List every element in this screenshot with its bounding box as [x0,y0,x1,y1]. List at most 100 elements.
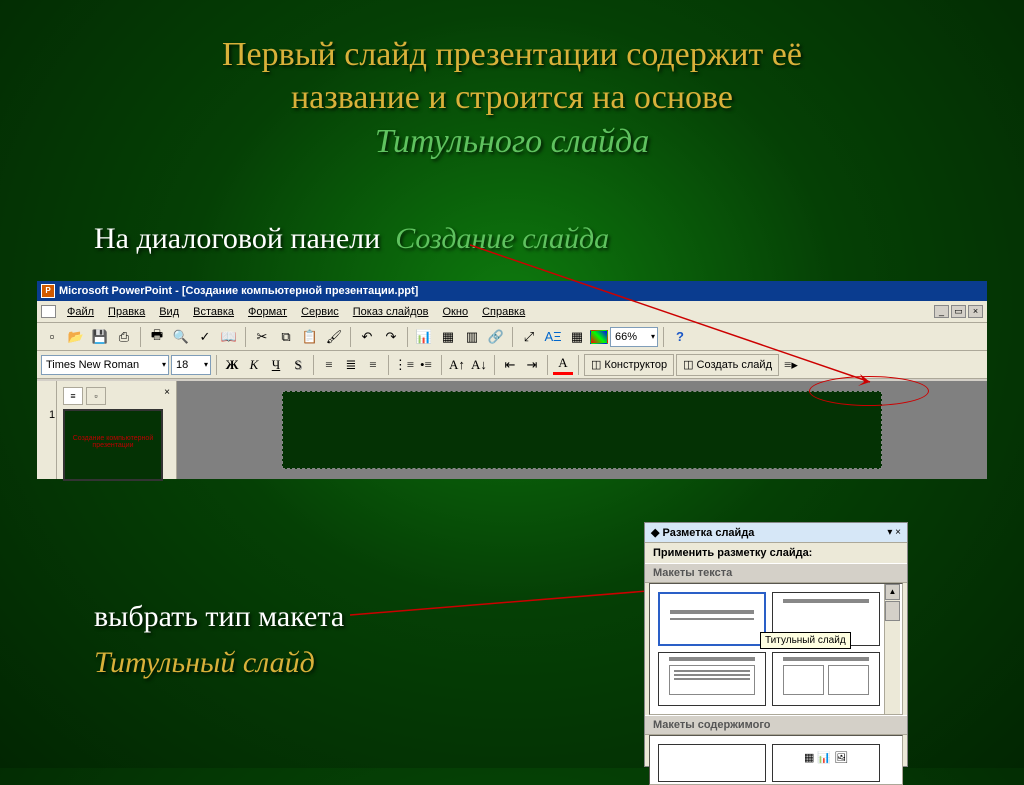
menu-tools[interactable]: Сервис [295,304,345,320]
bullets-icon[interactable]: •≡ [416,355,436,375]
menubar: Файл Правка Вид Вставка Формат Сервис По… [37,301,987,323]
spell-icon[interactable]: ✓ [194,326,216,348]
section-content-layouts: Макеты содержимого [645,715,907,735]
restore-button[interactable]: ▭ [951,305,966,318]
hyperlink-icon[interactable]: 🔗 [485,326,507,348]
standard-toolbar: ▫ 📂 💾 ⎙ 🖶 🔍 ✓ 📖 ✂ ⧉ 📋 🖌 ↶ ↷ 📊 ▦ ▥ 🔗 ⤢ AΞ… [37,323,987,351]
indent-icon[interactable]: ⇥ [522,355,542,375]
menu-edit[interactable]: Правка [102,304,151,320]
slide-edit-area[interactable] [177,381,987,479]
color-icon[interactable] [590,330,608,344]
save-icon[interactable]: 💾 [89,326,111,348]
italic-button[interactable]: К [244,355,264,375]
title-sub: Титульного слайда [60,121,964,164]
taskpane-header: ◆ Разметка слайда ▾ × [645,523,907,543]
powerpoint-screenshot: P Microsoft PowerPoint - [Создание компь… [37,281,987,479]
open-icon[interactable]: 📂 [65,326,87,348]
doc-icon [41,305,56,318]
layout-tooltip: Титульный слайд [760,632,851,649]
preview-icon[interactable]: 🔍 [170,326,192,348]
app-title: Microsoft PowerPoint - [Создание компьют… [59,285,418,297]
align-right-icon[interactable]: ≡ [363,355,383,375]
fontsize-combo[interactable]: 18 [171,355,211,375]
title-line1: Первый слайд презентации содержит её [222,36,802,73]
annotation-layout: Титульный слайд [94,646,315,680]
scroll-thumb[interactable] [885,601,900,621]
layout-title-text[interactable] [658,652,766,706]
new-slide-button[interactable]: ◫ Создать слайд [676,354,779,376]
fontcolor-icon[interactable]: A [553,355,573,375]
annotation-choose: выбрать тип макета [94,600,344,634]
menu-file[interactable]: Файл [61,304,100,320]
slide-canvas[interactable] [282,391,882,469]
chart-icon[interactable]: 📊 [413,326,435,348]
scroll-up-icon[interactable]: ▲ [885,584,900,600]
slide-thumbnail[interactable]: Создание компьютерной презентации [63,409,163,481]
font-combo[interactable]: Times New Roman [41,355,169,375]
menu-format[interactable]: Формат [242,304,293,320]
content-icon: 🖼 [834,751,848,764]
menu-help[interactable]: Справка [476,304,531,320]
menu-insert[interactable]: Вставка [187,304,240,320]
designer-icon: ◫ [591,358,601,371]
content-icon: 📊 [817,751,831,764]
arrow-2 [350,560,680,680]
numbering-icon[interactable]: ⋮≡ [394,355,414,375]
app-titlebar: P Microsoft PowerPoint - [Создание компь… [37,281,987,301]
paste-icon[interactable]: 📋 [299,326,321,348]
redo-icon[interactable]: ↷ [380,326,402,348]
min-button[interactable]: _ [934,305,949,318]
help-icon[interactable]: ? [669,326,691,348]
undo-icon[interactable]: ↶ [356,326,378,348]
title-line2: название и строится на основе [291,79,733,116]
taskpane-close-icon[interactable]: ▾ × [887,527,901,538]
layout-blank[interactable] [658,744,766,782]
close-panel-icon[interactable]: × [164,387,170,405]
slides-tab[interactable]: ▫ [86,387,106,405]
saveas-icon[interactable]: ⎙ [113,326,135,348]
align-left-icon[interactable]: ≡ [319,355,339,375]
bold-button[interactable]: Ж [222,355,242,375]
research-icon[interactable]: 📖 [218,326,240,348]
more-icon[interactable]: ≡▸ [781,355,801,375]
layout-title-slide[interactable] [658,592,766,646]
new-icon[interactable]: ▫ [41,326,63,348]
section-text-layouts: Макеты текста [645,563,907,583]
content-layouts-grid: ▦📊🖼 [649,735,903,785]
menu-slideshow[interactable]: Показ слайдов [347,304,435,320]
layout-two-column[interactable] [772,652,880,706]
copy-icon[interactable]: ⧉ [275,326,297,348]
close-button[interactable]: × [968,305,983,318]
outline-tab[interactable]: ≡ [63,387,83,405]
outdent-icon[interactable]: ⇤ [500,355,520,375]
fmtpaint-icon[interactable]: 🖌 [323,326,345,348]
align-center-icon[interactable]: ≣ [341,355,361,375]
formatting-toolbar: Times New Roman 18 Ж К Ч S ≡ ≣ ≡ ⋮≡ •≡ A… [37,351,987,379]
menu-view[interactable]: Вид [153,304,185,320]
slide-thumbnail-panel: ≡ ▫ × 1 Создание компьютерной презентаци… [57,381,177,479]
designer-button[interactable]: ◫ Конструктор [584,354,674,376]
layouts-grid: Титульный слайд ▲ [649,583,903,715]
app-icon: P [41,284,55,298]
scrollbar[interactable]: ▲ [884,584,900,714]
shadow-button[interactable]: S [288,355,308,375]
print-icon[interactable]: 🖶 [146,326,168,348]
content-icon: ▦ [804,751,814,764]
grid-icon[interactable]: ▦ [566,326,588,348]
annotation-1: На диалоговой панели Создание слайда [94,222,609,256]
zoom-combo[interactable]: 66% [610,327,658,347]
table-icon[interactable]: ▦ [437,326,459,348]
expand-icon[interactable]: ⤢ [518,326,540,348]
menu-window[interactable]: Окно [437,304,475,320]
showfmt-icon[interactable]: AΞ [542,326,564,348]
slide-title: Первый слайд презентации содержит её наз… [0,0,1024,164]
layout-content[interactable]: ▦📊🖼 [772,744,880,782]
underline-button[interactable]: Ч [266,355,286,375]
incfont-icon[interactable]: A↑ [447,355,467,375]
slide-number: 1 [49,409,55,421]
cut-icon[interactable]: ✂ [251,326,273,348]
tables-icon[interactable]: ▥ [461,326,483,348]
taskpane-apply-label: Применить разметку слайда: [645,543,907,563]
decfont-icon[interactable]: A↓ [469,355,489,375]
newslide-icon: ◫ [683,358,693,371]
